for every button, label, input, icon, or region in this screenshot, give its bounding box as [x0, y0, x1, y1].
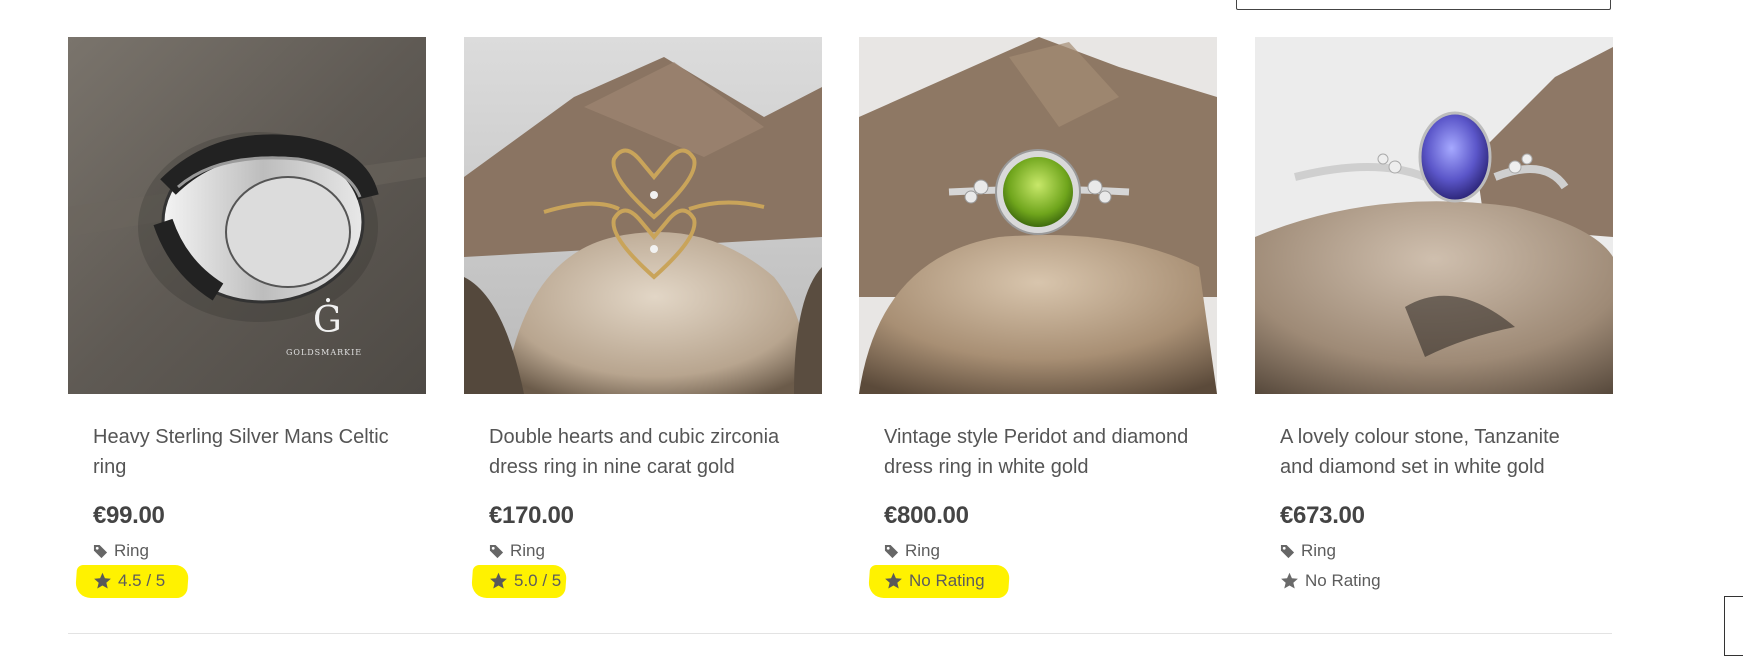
star-icon: [490, 572, 507, 589]
category-label: Ring: [1301, 541, 1336, 560]
category-label: Ring: [905, 541, 940, 560]
product-price: €800.00: [884, 502, 969, 529]
tag-icon: [489, 544, 504, 558]
category-label: Ring: [510, 541, 545, 560]
product-title[interactable]: A lovely colour stone, Tanzanite and dia…: [1280, 422, 1590, 482]
product-category: Ring: [93, 538, 426, 564]
tag-icon: [1280, 544, 1295, 558]
product-category: Ring: [489, 538, 822, 564]
scroll-to-top-button[interactable]: [1724, 596, 1743, 656]
product-card[interactable]: Double hearts and cubic zirconia dress r…: [464, 37, 822, 598]
star-icon: [1281, 572, 1298, 589]
product-card[interactable]: A lovely colour stone, Tanzanite and dia…: [1255, 37, 1613, 594]
product-category: Ring: [884, 538, 1217, 564]
product-rating: 4.5 / 5: [74, 565, 426, 598]
tag-icon: [93, 544, 108, 558]
product-image-tanzanite-ring[interactable]: [1255, 37, 1613, 394]
sort-select[interactable]: [1236, 0, 1611, 10]
rating-label: 5.0 / 5: [514, 571, 562, 590]
brand-text: GOLDSMARKIE: [286, 348, 362, 357]
product-rating: No Rating: [1280, 568, 1613, 594]
product-category: Ring: [1280, 538, 1613, 564]
rating-label: 4.5 / 5: [118, 571, 166, 590]
product-title[interactable]: Vintage style Peridot and diamond dress …: [884, 422, 1194, 482]
product-rating: No Rating: [867, 565, 1217, 598]
rating-label: No Rating: [909, 571, 985, 590]
product-title[interactable]: Heavy Sterling Silver Mans Celtic ring: [93, 422, 403, 482]
product-price: €673.00: [1280, 502, 1365, 529]
product-card[interactable]: Ġ GOLDSMARKIE Heavy Sterling Silver Mans…: [68, 37, 426, 598]
product-image-double-hearts-ring[interactable]: [464, 37, 822, 394]
product-image-celtic-ring[interactable]: Ġ GOLDSMARKIE: [68, 37, 426, 394]
product-title[interactable]: Double hearts and cubic zirconia dress r…: [489, 422, 799, 482]
product-card[interactable]: Vintage style Peridot and diamond dress …: [859, 37, 1217, 598]
star-icon: [94, 572, 111, 589]
tag-icon: [884, 544, 899, 558]
star-icon: [885, 572, 902, 589]
product-image-peridot-ring[interactable]: [859, 37, 1217, 394]
product-rating: 5.0 / 5: [470, 565, 822, 598]
product-price: €99.00: [93, 502, 165, 529]
product-price: €170.00: [489, 502, 574, 529]
brand-logo: Ġ: [313, 299, 342, 341]
section-divider: [68, 633, 1612, 634]
category-label: Ring: [114, 541, 149, 560]
rating-label: No Rating: [1305, 571, 1381, 590]
